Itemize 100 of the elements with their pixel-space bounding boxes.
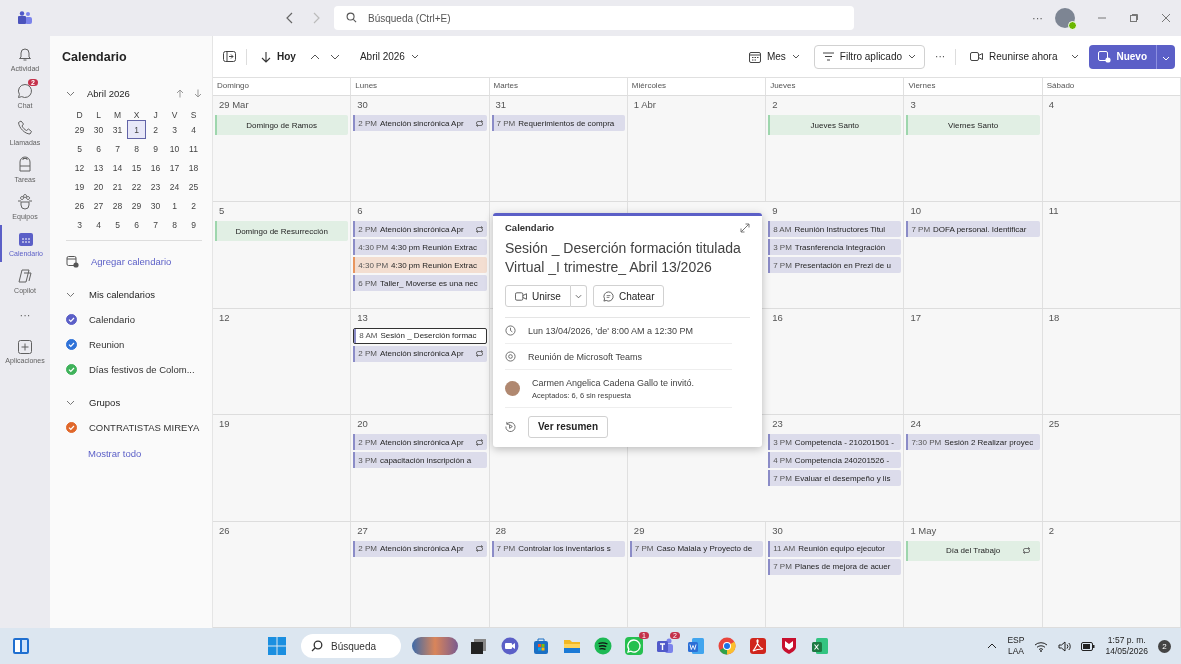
calendar-event[interactable]: 4 PM Competencia 240201526 -: [768, 452, 902, 469]
restore-icon[interactable]: [1129, 13, 1139, 23]
calendar-checkbox[interactable]: [66, 314, 77, 325]
calendar-checkbox[interactable]: [66, 364, 77, 375]
today-button[interactable]: Hoy: [257, 44, 300, 69]
wifi-icon[interactable]: [1034, 640, 1049, 652]
day-number[interactable]: 1: [127, 120, 146, 139]
search-field[interactable]: Búsqueda (Ctrl+E): [334, 6, 854, 30]
day-number[interactable]: 23: [146, 177, 165, 196]
day-number[interactable]: 5: [108, 215, 127, 234]
day-number[interactable]: 27: [89, 196, 108, 215]
calendar-event[interactable]: 6 PM Taller_ Moverse es una nec: [353, 275, 487, 292]
day-number[interactable]: 9: [146, 139, 165, 158]
join-button[interactable]: Unirse: [505, 285, 571, 307]
calendar-event[interactable]: 7:30 PM Sesión 2 Realizar proyec: [906, 434, 1040, 451]
calendar-name[interactable]: Reunion: [89, 339, 125, 350]
day-number[interactable]: 15: [127, 158, 146, 177]
day-number[interactable]: 16: [146, 158, 165, 177]
day-number[interactable]: 17: [165, 158, 184, 177]
calendar-event[interactable]: 3 PM Trasnferencia Integración: [768, 239, 902, 256]
calendar-event[interactable]: 2 PM Atención sincrónica Apr: [353, 434, 487, 451]
photo-placeholder[interactable]: [412, 637, 458, 655]
calendar-event[interactable]: 2 PM Atención sincrónica Apr: [353, 221, 487, 238]
day-number[interactable]: 7: [108, 139, 127, 158]
chevron-down-icon[interactable]: [1071, 54, 1080, 59]
close-icon[interactable]: [1161, 13, 1171, 23]
chevron-up-icon[interactable]: [987, 643, 998, 649]
battery-icon[interactable]: [1081, 641, 1096, 651]
day-number[interactable]: 14: [108, 158, 127, 177]
day-number[interactable]: 10: [165, 139, 184, 158]
day-number[interactable]: 9: [184, 215, 203, 234]
calendar-name[interactable]: Calendario: [89, 314, 135, 325]
view-recap-button[interactable]: Ver resumen: [528, 415, 609, 438]
day-number[interactable]: 21: [108, 177, 127, 196]
windows-start-icon[interactable]: [267, 636, 287, 656]
people-tile-icon[interactable]: [655, 636, 675, 656]
calendar-event[interactable]: 2 PM Atención sincrónica Apr: [353, 345, 487, 362]
day-number[interactable]: 29: [70, 120, 89, 139]
more-button[interactable]: ···: [1032, 12, 1043, 24]
add-calendar-link[interactable]: Agregar calendario: [91, 256, 172, 267]
day-number[interactable]: 13: [89, 158, 108, 177]
overlapping-squares-icon[interactable]: [469, 636, 489, 656]
calendar-event[interactable]: 2 PM Atención sincrónica Apr: [353, 115, 487, 131]
language-label[interactable]: ESP: [1007, 635, 1025, 646]
document-tile-icon[interactable]: [686, 636, 706, 656]
circle-app-icon[interactable]: [717, 636, 737, 656]
profile-avatar[interactable]: [1055, 8, 1075, 28]
new-button[interactable]: Nuevo: [1089, 44, 1156, 69]
calendar-event[interactable]: 7 PM Caso Malala y Proyecto de: [629, 540, 764, 557]
holiday-event[interactable]: Viernes Santo: [906, 115, 1040, 135]
calendar-event[interactable]: 7 PM Evaluar el desempeño y lis: [768, 470, 902, 487]
day-number[interactable]: 18: [184, 158, 203, 177]
day-number[interactable]: 25: [184, 177, 203, 196]
calendar-event[interactable]: 3 PM Competencia - 210201501 -: [768, 434, 902, 451]
day-number[interactable]: 5: [70, 139, 89, 158]
spreadsheet-tile-icon[interactable]: [810, 636, 830, 656]
calendar-event[interactable]: 7 PM DOFA personal. Identificar: [906, 221, 1040, 238]
volume-icon[interactable]: [1058, 640, 1072, 652]
day-number[interactable]: 22: [127, 177, 146, 196]
day-number[interactable]: 28: [108, 196, 127, 215]
more-button[interactable]: ···: [935, 51, 946, 62]
day-number[interactable]: 7: [146, 215, 165, 234]
month-picker-button[interactable]: Abril 2026: [355, 44, 423, 69]
day-number[interactable]: 6: [127, 215, 146, 234]
day-number[interactable]: 31: [108, 120, 127, 139]
notification-badge[interactable]: 2: [1158, 639, 1171, 653]
calendar-event[interactable]: 4:30 PM 4:30 pm Reunión Extrac: [353, 239, 487, 256]
calendar-event[interactable]: 8 AM Sesión _ Deserción formac: [353, 327, 487, 344]
day-number[interactable]: 26: [70, 196, 89, 215]
holiday-event[interactable]: Domingo de Resurrección: [215, 221, 349, 242]
day-number[interactable]: 3: [165, 120, 184, 139]
calendar-name[interactable]: CONTRATISTAS MIREYA: [89, 422, 200, 433]
calendar-event[interactable]: 8 AM Reunión Instructores Titul: [768, 221, 902, 238]
day-number[interactable]: 11: [184, 139, 203, 158]
day-number[interactable]: 2: [146, 120, 165, 139]
holiday-event[interactable]: Jueves Santo: [768, 115, 902, 135]
keyboard-layout-label[interactable]: LAA: [1007, 646, 1024, 657]
holiday-event[interactable]: Día del Trabajo: [906, 540, 1040, 561]
day-number[interactable]: 24: [165, 177, 184, 196]
day-number[interactable]: 3: [70, 215, 89, 234]
clock-date[interactable]: 14/05/2026: [1105, 646, 1148, 657]
group-heading[interactable]: Grupos: [89, 397, 121, 408]
calendar-checkbox[interactable]: [66, 339, 77, 350]
calendar-event[interactable]: 7 PM Controlar los inventarios s: [491, 540, 625, 557]
video-camera-icon[interactable]: [500, 636, 520, 656]
calendar-name[interactable]: Días festivos de Colom...: [89, 364, 195, 375]
day-number[interactable]: 2: [184, 196, 203, 215]
day-number[interactable]: 6: [89, 139, 108, 158]
chat-button[interactable]: Chatear: [592, 285, 665, 307]
day-number[interactable]: 30: [89, 120, 108, 139]
document-app-icon[interactable]: [748, 636, 768, 656]
day-number[interactable]: 8: [165, 215, 184, 234]
taskbar-search-field[interactable]: Búsqueda: [301, 634, 401, 658]
view-button[interactable]: Mes: [744, 44, 804, 69]
chevron-icon[interactable]: [66, 90, 75, 97]
chevron-icon[interactable]: [66, 291, 75, 298]
panel-toggle-icon[interactable]: [223, 51, 236, 62]
day-number[interactable]: 12: [70, 158, 89, 177]
up-arrow-icon[interactable]: [176, 89, 184, 98]
calendar-event[interactable]: 7 PM Presentación en Prezi de u: [768, 257, 902, 274]
